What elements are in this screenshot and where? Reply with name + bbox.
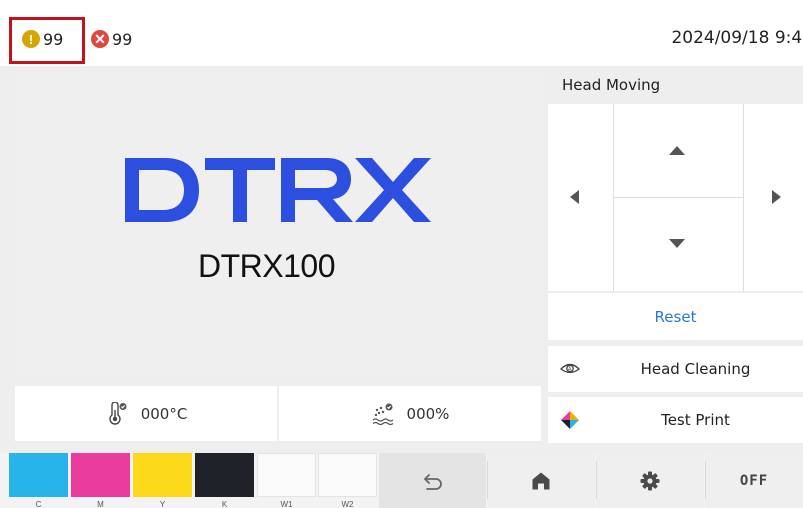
dpad-divider	[613, 197, 743, 198]
ink-yellow: Y	[133, 453, 192, 508]
status-bar: ! 99 ✕ 99 2024/09/18 9:41	[0, 14, 803, 66]
ink-swatch	[195, 453, 254, 497]
separator	[596, 461, 597, 499]
datetime: 2024/09/18 9:41	[671, 28, 803, 48]
ink-black: K	[195, 453, 254, 508]
power-off-button[interactable]: OFF	[705, 453, 803, 508]
dpad-divider	[743, 104, 744, 291]
move-down-button[interactable]	[669, 239, 685, 248]
home-button[interactable]	[487, 453, 595, 508]
ink-swatch	[9, 453, 68, 497]
move-right-button[interactable]	[772, 190, 781, 204]
humidity-value: 000%	[406, 404, 450, 423]
back-icon	[423, 473, 442, 490]
ink-label: C	[35, 500, 42, 508]
home-icon	[532, 472, 550, 489]
ink-white-1: W1	[257, 453, 316, 508]
move-left-button[interactable]	[570, 190, 579, 204]
head-moving-title: Head Moving	[562, 76, 661, 94]
ink-label: W2	[341, 500, 354, 508]
brand-logo	[125, 158, 431, 222]
settings-button[interactable]	[596, 453, 704, 508]
humidity-card: 000%	[279, 386, 541, 441]
thermometer-icon	[109, 401, 127, 425]
ink-magenta: M	[71, 453, 130, 508]
temperature-value: 000°C	[140, 404, 188, 423]
error-indicator[interactable]: ✕ 99	[91, 24, 132, 54]
ink-cyan: C	[9, 453, 68, 508]
error-icon: ✕	[91, 30, 109, 48]
model-name: DTRX100	[198, 248, 336, 284]
move-up-button[interactable]	[669, 146, 685, 155]
gear-icon	[640, 471, 660, 490]
temperature-card: 000°C	[15, 386, 277, 441]
separator	[487, 461, 488, 499]
ink-swatch	[133, 453, 192, 497]
ink-swatch	[257, 453, 316, 497]
ink-label: K	[221, 500, 228, 508]
humidity-icon	[372, 403, 393, 425]
bottom-bar: C M Y K W1 W2 OFF	[0, 453, 803, 508]
ink-white-2: W2	[318, 453, 377, 508]
head-cleaning-label: Head Cleaning	[640, 360, 751, 378]
power-off-label: OFF	[739, 472, 769, 489]
ink-label: W1	[280, 500, 293, 508]
logo-card	[15, 73, 541, 378]
reset-button[interactable]: Reset	[548, 293, 803, 340]
error-count: 99	[112, 29, 133, 49]
highlight-box	[9, 17, 85, 64]
ink-swatch	[318, 453, 377, 497]
back-button[interactable]	[379, 453, 486, 508]
ink-swatch	[71, 453, 130, 497]
test-print-label: Test Print	[661, 411, 730, 429]
ink-label: M	[97, 500, 104, 508]
head-cleaning-button[interactable]: A Head Cleaning	[548, 346, 803, 392]
ink-label: Y	[159, 500, 166, 508]
head-dpad	[548, 104, 803, 291]
separator	[705, 461, 706, 499]
test-print-button[interactable]: Test Print	[548, 397, 803, 443]
